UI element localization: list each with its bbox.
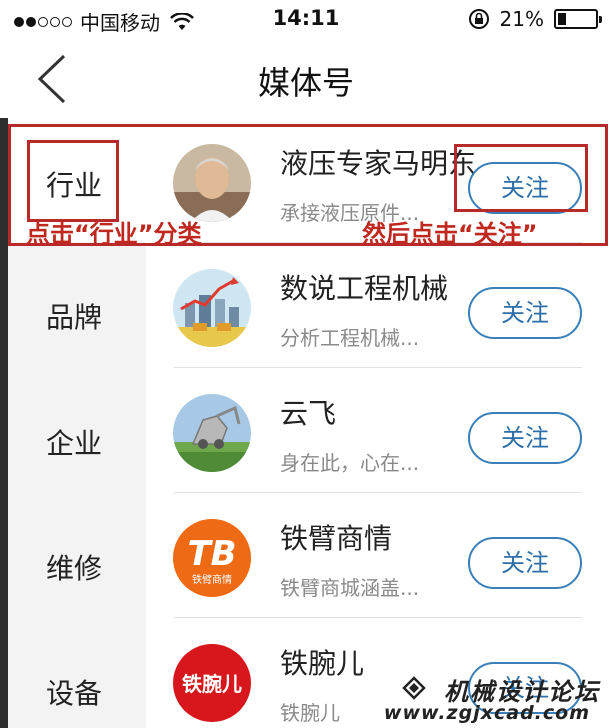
sidebar-item-label: 设备 xyxy=(45,677,102,710)
account-description: 铁腕儿 xyxy=(280,701,340,725)
left-edge-bar xyxy=(0,118,8,728)
account-description: 身在此，心在... xyxy=(280,451,420,475)
account-name: 铁腕儿 xyxy=(280,647,365,680)
annotation-right-note: 然后点击“关注” xyxy=(362,220,538,248)
sidebar-item-label: 企业 xyxy=(45,427,102,460)
annotation-left-note: 点击“行业”分类 xyxy=(26,220,202,248)
status-bar: 中国移动 14:11 21% xyxy=(0,0,612,40)
sidebar-item-brand[interactable]: 品牌 xyxy=(8,250,146,374)
list-item[interactable]: 数说工程机械 分析工程机械... 关注 xyxy=(146,243,612,368)
nav-bar: 媒体号 xyxy=(0,40,612,118)
rotation-lock-icon xyxy=(468,9,489,29)
account-name: 数说工程机械 xyxy=(280,272,449,305)
city-chart-avatar xyxy=(173,269,251,347)
excavator-avatar xyxy=(173,394,251,472)
tiewaner-logo-avatar: 铁腕儿 xyxy=(173,644,251,722)
account-description: 铁臂商城涵盖... xyxy=(280,576,420,600)
tb-logo-text: TB xyxy=(187,534,236,574)
sidebar-item-label: 品牌 xyxy=(45,301,102,334)
follow-button[interactable]: 关注 xyxy=(468,537,582,589)
account-description: 分析工程机械... xyxy=(280,326,420,350)
tiewaner-logo-text: 铁腕儿 xyxy=(182,672,242,696)
annotation-follow-box xyxy=(454,144,588,212)
account-name: 铁臂商情 xyxy=(280,522,393,555)
account-name: 云飞 xyxy=(280,397,337,430)
watermark: 机械设计论坛 www.zgjxcad.com xyxy=(384,672,608,726)
status-right: 21% xyxy=(468,7,602,31)
sidebar-item-label: 维修 xyxy=(45,552,102,585)
sidebar-item-equipment[interactable]: 设备 xyxy=(8,626,146,728)
sidebar-item-enterprise[interactable]: 企业 xyxy=(8,376,146,500)
list-item[interactable]: TB 铁臂商情 铁臂商情 铁臂商城涵盖... 关注 xyxy=(146,493,612,618)
tb-logo-subtext: 铁臂商情 xyxy=(192,573,232,586)
follow-button[interactable]: 关注 xyxy=(468,287,582,339)
list-item[interactable]: 云飞 身在此，心在... 关注 xyxy=(146,368,612,493)
main-content: 行业 品牌 企业 维修 设备 液压专家马明东 承接液压原件... 关注 数说工程… xyxy=(0,118,612,728)
watermark-url: www.zgjxcad.com xyxy=(383,702,590,724)
annotation-industry-box xyxy=(27,140,119,222)
tb-logo-avatar: TB 铁臂商情 xyxy=(173,519,251,597)
battery-level xyxy=(558,13,566,25)
diamond-logo-icon xyxy=(402,676,426,700)
follow-button[interactable]: 关注 xyxy=(468,412,582,464)
sidebar-item-repair[interactable]: 维修 xyxy=(8,501,146,625)
battery-icon xyxy=(554,9,602,29)
page-title: 媒体号 xyxy=(257,64,354,102)
battery-percent: 21% xyxy=(499,7,544,31)
